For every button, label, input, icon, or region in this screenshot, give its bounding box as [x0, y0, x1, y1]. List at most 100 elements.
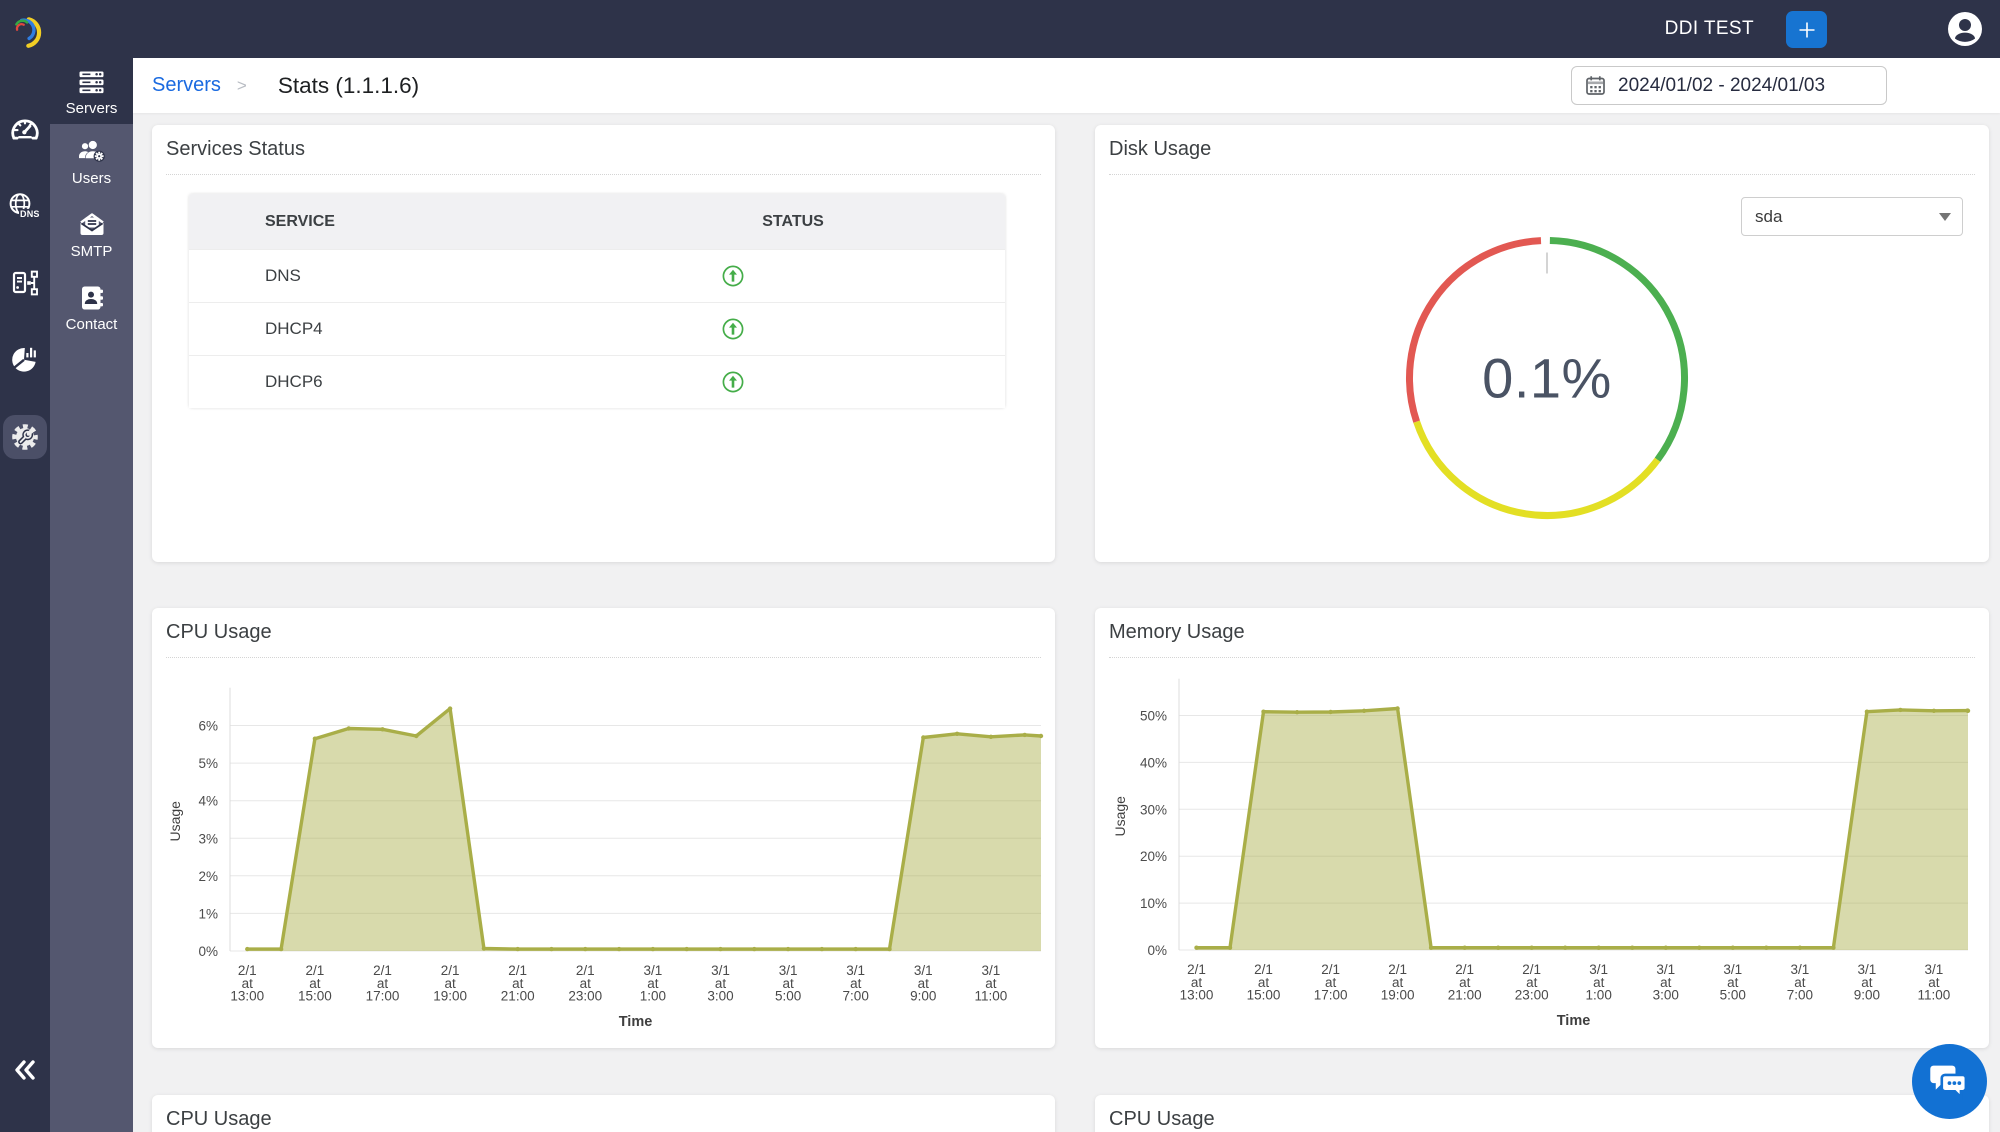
data-point — [1831, 946, 1835, 950]
add-button[interactable] — [1786, 11, 1827, 48]
y-tick-label: 3% — [198, 831, 218, 846]
rail-item-ipam[interactable] — [0, 244, 50, 321]
data-point — [1798, 946, 1802, 950]
y-tick-label: 2% — [198, 869, 218, 884]
memory-usage-chart: 0%10%20%30%40%50%2/1at13:002/1at15:002/1… — [1095, 608, 1989, 1048]
x-tick-label: 2/1at13:00 — [1180, 962, 1214, 1003]
y-tick-label: 5% — [198, 756, 218, 771]
cpu-usage-card-3: CPU Usage — [1095, 1095, 1989, 1132]
icon-rail: DNS — [0, 0, 50, 1132]
rail-item-admin[interactable] — [0, 398, 50, 475]
data-point — [1932, 709, 1936, 713]
services-table-header: SERVICE STATUS — [189, 194, 1005, 249]
data-point — [448, 706, 452, 710]
cpu-usage-chart: 0%1%2%3%4%5%6%2/1at13:002/1at15:002/1at1… — [152, 608, 1055, 1048]
card-title: CPU Usage — [1109, 1105, 1975, 1132]
users-gear-icon — [77, 137, 107, 167]
sidebar-item-label: Contact — [66, 316, 118, 333]
data-point — [245, 947, 249, 951]
memory-usage-card: Memory Usage 0%10%20%30%40%50%2/1at13:00… — [1095, 608, 1989, 1048]
data-point — [854, 947, 858, 951]
card-title: Services Status — [166, 135, 1041, 163]
x-tick-label: 3/1at11:00 — [975, 963, 1008, 1004]
calendar-icon — [1585, 75, 1606, 96]
speedometer-icon — [3, 107, 47, 151]
services-status-card: Services Status SERVICE STATUS DNSDHCP4D… — [152, 125, 1055, 562]
data-point — [1362, 709, 1366, 713]
breadcrumb: Servers > Stats (1.1.1.6) — [152, 58, 419, 113]
data-point — [1429, 946, 1433, 950]
status-up-icon — [722, 318, 744, 340]
data-point — [1898, 708, 1902, 712]
rail-item-reports[interactable] — [0, 321, 50, 398]
brand-logo-icon[interactable] — [7, 11, 45, 51]
data-point — [1295, 710, 1299, 714]
data-point — [583, 947, 587, 951]
y-tick-label: 50% — [1140, 709, 1167, 724]
x-tick-label: 3/1at5:00 — [775, 963, 801, 1004]
data-point — [1764, 946, 1768, 950]
status-up-icon — [722, 371, 744, 393]
data-point — [955, 732, 959, 736]
x-tick-label: 3/1at9:00 — [910, 963, 936, 1004]
data-point — [380, 727, 384, 731]
sidebar-item-label: Servers — [66, 100, 118, 117]
server-tree-icon — [3, 261, 47, 305]
x-axis-title: Time — [619, 1014, 653, 1030]
rail-item-dashboard[interactable] — [0, 90, 50, 167]
chat-fab-button[interactable] — [1912, 1044, 1987, 1119]
date-range-picker[interactable]: 2024/01/02 - 2024/01/03 — [1571, 66, 1887, 105]
x-tick-label: 2/1at19:00 — [1381, 962, 1415, 1003]
breadcrumb-link-servers[interactable]: Servers — [152, 74, 221, 97]
sidebar-item-servers[interactable]: Servers — [50, 58, 133, 124]
date-range-value: 2024/01/02 - 2024/01/03 — [1618, 75, 1825, 97]
service-name: DHCP6 — [189, 372, 597, 392]
status-up-icon — [722, 265, 744, 287]
x-tick-label: 2/1at15:00 — [298, 963, 332, 1004]
data-point — [1194, 946, 1198, 950]
y-tick-label: 6% — [198, 719, 218, 734]
x-tick-label: 2/1at17:00 — [1314, 962, 1348, 1003]
data-point — [1463, 946, 1467, 950]
sidebar-item-users[interactable]: Users — [50, 124, 133, 197]
service-status-up — [597, 371, 1005, 393]
data-point — [1039, 734, 1043, 738]
sidebar-item-label: SMTP — [71, 243, 113, 260]
data-point — [482, 946, 486, 950]
x-axis-title: Time — [1557, 1013, 1591, 1029]
rail-item-dns[interactable]: DNS — [0, 167, 50, 244]
x-tick-label: 3/1at1:00 — [640, 963, 666, 1004]
user-avatar-icon[interactable] — [1948, 12, 1982, 46]
collapse-sidebar-button[interactable] — [0, 1060, 50, 1085]
data-point — [651, 947, 655, 951]
data-point — [279, 947, 283, 951]
data-point — [1496, 946, 1500, 950]
data-point — [1530, 946, 1534, 950]
x-tick-label: 2/1at17:00 — [366, 963, 400, 1004]
data-point — [1865, 710, 1869, 714]
disk-usage-card: Disk Usage sda 0.1% — [1095, 125, 1989, 562]
sub-sidebar: Servers Users SMTP Contact — [50, 58, 133, 1132]
breadcrumb-bar: Servers > Stats (1.1.1.6) 2024/01/02 - 2… — [133, 58, 2000, 113]
sidebar-item-contact[interactable]: Contact — [50, 270, 133, 343]
chat-bubbles-icon — [1927, 1059, 1973, 1105]
area-fill — [1197, 709, 1969, 951]
data-point — [1966, 709, 1970, 713]
x-tick-label: 2/1at21:00 — [501, 963, 535, 1004]
y-tick-label: 0% — [1147, 943, 1167, 958]
svg-text:DNS: DNS — [20, 208, 40, 218]
x-tick-label: 2/1at19:00 — [433, 963, 467, 1004]
gauge-arc — [1417, 422, 1658, 516]
data-point — [617, 947, 621, 951]
y-tick-label: 20% — [1140, 849, 1167, 864]
contact-book-icon — [79, 283, 105, 313]
sidebar-item-smtp[interactable]: SMTP — [50, 197, 133, 270]
y-tick-label: 1% — [198, 906, 218, 921]
breadcrumb-separator: > — [237, 76, 247, 96]
data-point — [685, 947, 689, 951]
y-tick-label: 40% — [1140, 755, 1167, 770]
x-tick-label: 3/1at3:00 — [1653, 962, 1679, 1003]
sidebar-item-label: Users — [72, 170, 111, 187]
pie-chart-icon — [3, 338, 47, 382]
double-chevron-left-icon — [14, 1060, 36, 1080]
